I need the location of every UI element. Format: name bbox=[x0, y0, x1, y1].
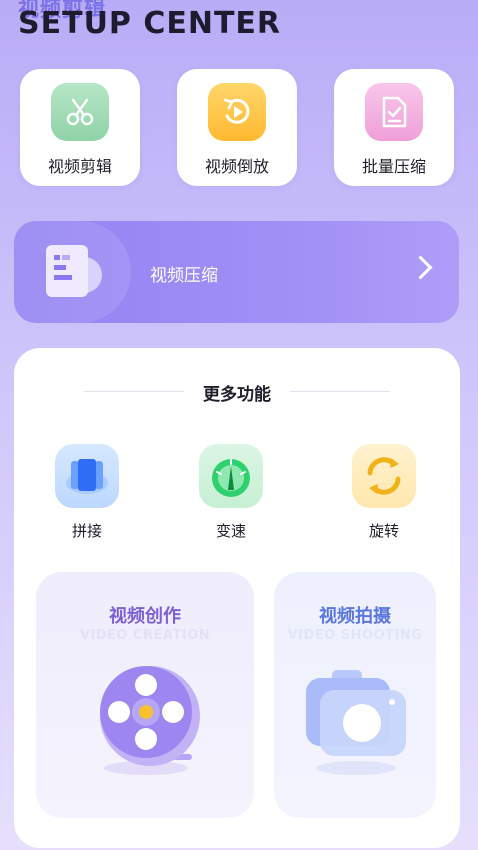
speedometer-icon[interactable] bbox=[199, 444, 263, 508]
splice-icon[interactable] bbox=[55, 444, 119, 508]
card-title: 视频创作 bbox=[109, 606, 181, 627]
tool-video-edit[interactable]: 视频剪辑 bbox=[20, 69, 140, 186]
tool-label: 视频剪辑 bbox=[47, 157, 112, 176]
card-title: 视频拍摄 bbox=[319, 606, 391, 627]
camera-icon bbox=[304, 668, 408, 782]
tool-video-reverse[interactable]: 视频倒放 bbox=[177, 69, 297, 186]
divider bbox=[290, 391, 390, 392]
video-compress-banner[interactable]: 视频压缩 bbox=[14, 221, 459, 323]
video-shooting-card[interactable]: 视频拍摄 VIDEO SHOOTING bbox=[274, 572, 436, 818]
card-subtitle: VIDEO CREATION bbox=[79, 628, 211, 643]
card-subtitle: VIDEO SHOOTING bbox=[287, 628, 423, 643]
feature-label: 拼接 bbox=[71, 522, 102, 540]
video-creation-card[interactable]: 视频创作 VIDEO CREATION bbox=[36, 572, 254, 818]
more-features-panel: 更多功能 拼接 变速 旋转 视频创作 VIDEO CREATION 视频拍摄 V… bbox=[14, 348, 460, 848]
tool-batch-compress[interactable]: 批量压缩 bbox=[334, 69, 454, 186]
video-compress-icon bbox=[44, 243, 108, 305]
page-title: SETUP CENTER bbox=[18, 6, 282, 41]
film-reel-icon bbox=[90, 664, 202, 784]
scissors-icon bbox=[51, 83, 109, 141]
reverse-play-icon bbox=[208, 83, 266, 141]
video-compress-label: 视频压缩 bbox=[150, 266, 218, 286]
chevron-right-icon bbox=[408, 255, 433, 280]
feature-label: 旋转 bbox=[368, 522, 399, 540]
tool-label: 批量压缩 bbox=[361, 157, 426, 176]
batch-compress-icon bbox=[365, 83, 423, 141]
more-features-title: 更多功能 bbox=[203, 385, 271, 405]
tool-label: 视频倒放 bbox=[204, 157, 269, 176]
feature-label: 变速 bbox=[215, 522, 246, 540]
rotate-icon[interactable] bbox=[352, 444, 416, 508]
